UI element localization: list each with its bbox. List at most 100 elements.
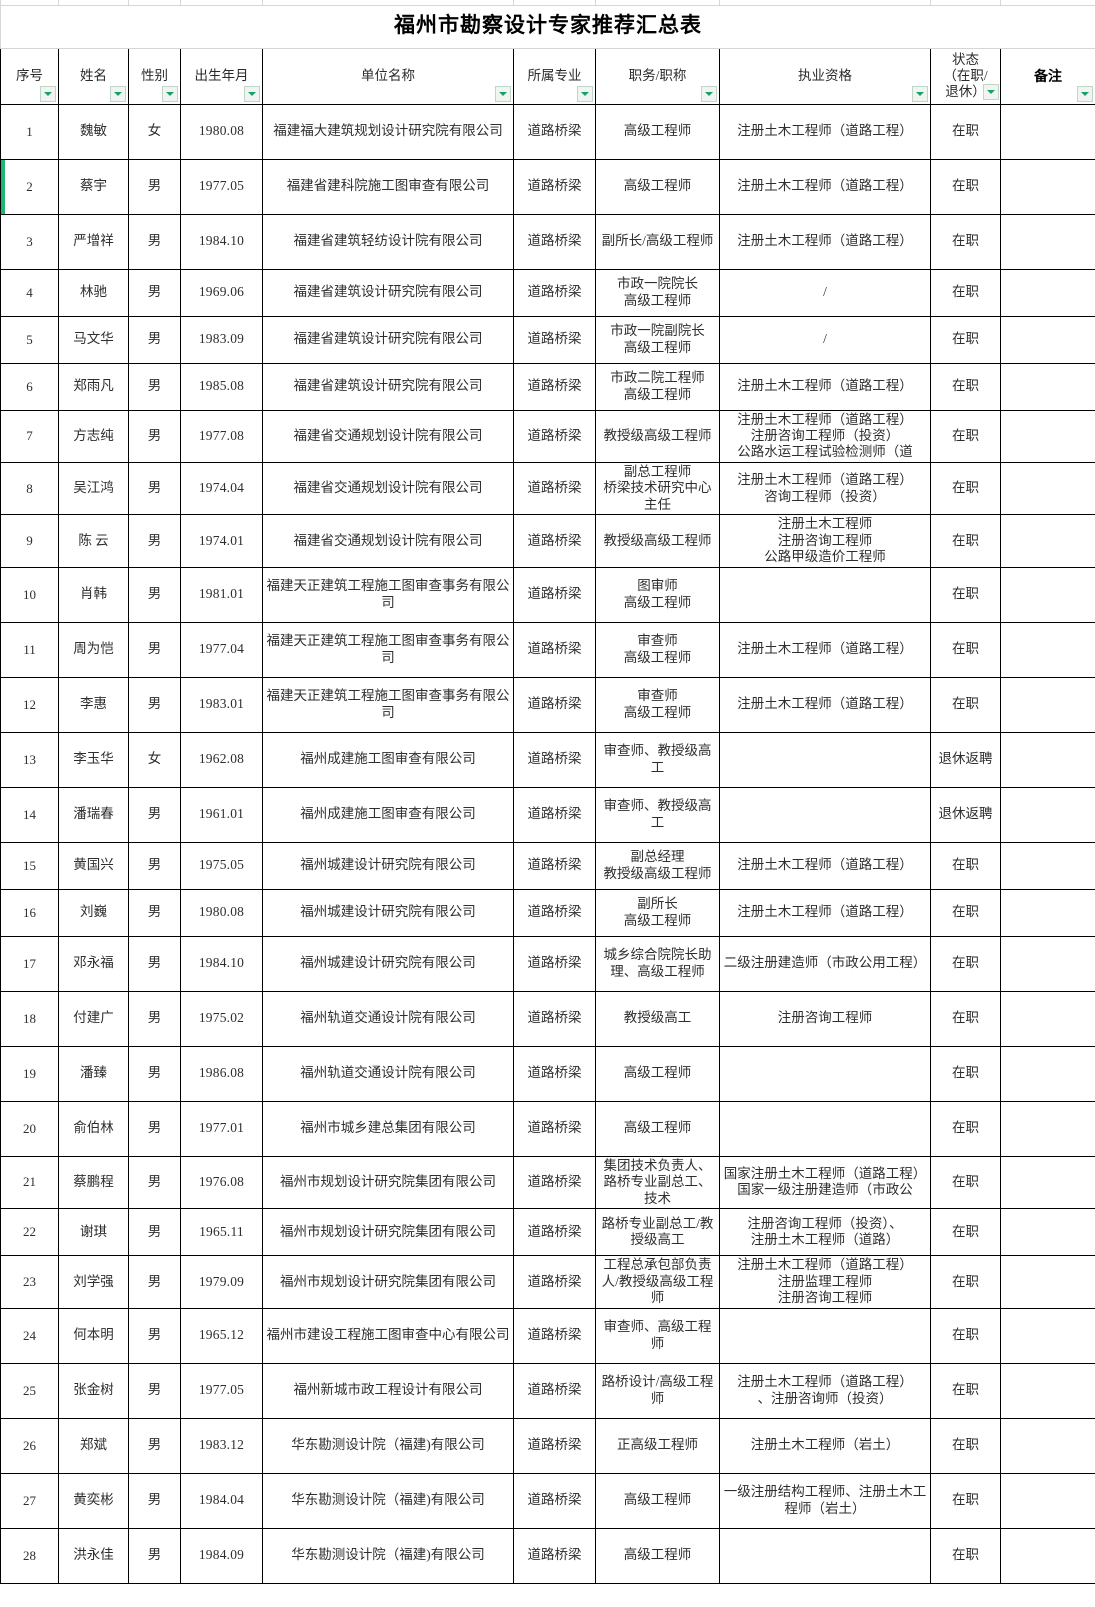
cell-idx[interactable]: 23 bbox=[0, 1255, 59, 1309]
cell-qualification[interactable]: / bbox=[719, 315, 931, 364]
cell-org[interactable]: 福建省建筑轻纺设计院有限公司 bbox=[262, 213, 514, 270]
cell-gender[interactable]: 男 bbox=[128, 1155, 181, 1210]
cell-major[interactable]: 道路桥梁 bbox=[513, 1155, 596, 1210]
cell-position[interactable]: 副总工程师 桥梁技术研究中心主任 bbox=[595, 461, 720, 516]
cell-position[interactable]: 路桥专业副总工/教授级高工 bbox=[595, 1208, 720, 1257]
table-row[interactable]: 23 刘学强 男 1979.09 福州市规划设计研究院集团有限公司 道路桥梁 工程总承包部负… bbox=[0, 1255, 1095, 1309]
cell-position[interactable]: 集团技术负责人、路桥专业副总工、技术 bbox=[595, 1155, 720, 1210]
cell-qualification[interactable]: 二级注册建造师（市政公用工程） bbox=[719, 935, 931, 992]
cell-org[interactable]: 福建省交通规划设计院有限公司 bbox=[262, 461, 514, 516]
cell-idx[interactable]: 5 bbox=[0, 315, 59, 364]
cell-dob[interactable]: 1961.01 bbox=[180, 786, 263, 843]
cell-remark[interactable] bbox=[999, 990, 1095, 1047]
cell-name[interactable]: 李惠 bbox=[58, 676, 129, 733]
cell-major[interactable]: 道路桥梁 bbox=[513, 461, 596, 516]
cell-remark[interactable] bbox=[999, 786, 1095, 843]
table-row[interactable]: 5 马文华 男 1983.09 福建省建筑设计研究院有限公司 道路桥梁 市政一院副院长 高级… bbox=[0, 315, 1095, 364]
cell-name[interactable]: 潘臻 bbox=[58, 1045, 129, 1102]
cell-gender[interactable]: 男 bbox=[128, 1045, 181, 1102]
cell-org[interactable]: 福建天正建筑工程施工图审查事务有限公司 bbox=[262, 566, 514, 623]
cell-dob[interactable]: 1977.05 bbox=[180, 158, 263, 215]
table-row[interactable]: 22 谢琪 男 1965.11 福州市规划设计研究院集团有限公司 道路桥梁 路桥专业副总工/… bbox=[0, 1208, 1095, 1257]
cell-gender[interactable]: 男 bbox=[128, 315, 181, 364]
cell-gender[interactable]: 男 bbox=[128, 1255, 181, 1309]
cell-org[interactable]: 福建省建筑设计研究院有限公司 bbox=[262, 362, 514, 411]
cell-status[interactable]: 在职 bbox=[930, 268, 1001, 317]
cell-remark[interactable] bbox=[999, 1155, 1095, 1210]
table-row[interactable]: 12 李惠 男 1983.01 福建天正建筑工程施工图审查事务有限公司 道路桥梁 审查师 高… bbox=[0, 676, 1095, 733]
cell-name[interactable]: 魏敏 bbox=[58, 103, 129, 160]
cell-status[interactable]: 在职 bbox=[930, 990, 1001, 1047]
cell-dob[interactable]: 1962.08 bbox=[180, 731, 263, 788]
cell-position[interactable]: 工程总承包部负责人/教授级高级工程师 bbox=[595, 1255, 720, 1309]
cell-qualification[interactable]: 注册土木工程师（岩土） bbox=[719, 1417, 931, 1474]
cell-org[interactable]: 福州城建设计研究院有限公司 bbox=[262, 888, 514, 937]
cell-remark[interactable] bbox=[999, 1100, 1095, 1157]
cell-name[interactable]: 潘瑞春 bbox=[58, 786, 129, 843]
table-row[interactable]: 15 黄国兴 男 1975.05 福州城建设计研究院有限公司 道路桥梁 副总经理 教授级高级… bbox=[0, 841, 1095, 890]
cell-dob[interactable]: 1980.08 bbox=[180, 888, 263, 937]
cell-remark[interactable] bbox=[999, 362, 1095, 411]
cell-position[interactable]: 城乡综合院院长助理、高级工程师 bbox=[595, 935, 720, 992]
cell-remark[interactable] bbox=[999, 409, 1095, 463]
cell-qualification[interactable]: 注册土木工程师（道路工程） 注册咨询工程师（投资） 公路水运工程试验检测师（道 bbox=[719, 409, 931, 463]
cell-remark[interactable] bbox=[999, 1307, 1095, 1364]
table-row[interactable]: 6 郑雨凡 男 1985.08 福建省建筑设计研究院有限公司 道路桥梁 市政二院工程师 高级… bbox=[0, 362, 1095, 411]
cell-org[interactable]: 福州市规划设计研究院集团有限公司 bbox=[262, 1155, 514, 1210]
cell-dob[interactable]: 1977.04 bbox=[180, 621, 263, 678]
table-row[interactable]: 4 林驰 男 1969.06 福建省建筑设计研究院有限公司 道路桥梁 市政一院院长 高级工程… bbox=[0, 268, 1095, 317]
cell-gender[interactable]: 男 bbox=[128, 786, 181, 843]
table-row[interactable]: 9 陈 云 男 1974.01 福建省交通规划设计院有限公司 道路桥梁 教授级高级工程师 注册… bbox=[0, 514, 1095, 568]
cell-status[interactable]: 在职 bbox=[930, 566, 1001, 623]
cell-dob[interactable]: 1980.08 bbox=[180, 103, 263, 160]
cell-name[interactable]: 黄奕彬 bbox=[58, 1472, 129, 1529]
cell-name[interactable]: 郑雨凡 bbox=[58, 362, 129, 411]
cell-qualification[interactable]: 注册土木工程师（道路工程） bbox=[719, 841, 931, 890]
cell-remark[interactable] bbox=[999, 1045, 1095, 1102]
cell-major[interactable]: 道路桥梁 bbox=[513, 566, 596, 623]
cell-position[interactable]: 副所长 高级工程师 bbox=[595, 888, 720, 937]
cell-gender[interactable]: 男 bbox=[128, 676, 181, 733]
filter-dropdown-gender-chevron-down-icon[interactable] bbox=[162, 85, 178, 102]
table-row[interactable]: 24 何本明 男 1965.12 福州市建设工程施工图审查中心有限公司 道路桥梁 审查师、高… bbox=[0, 1307, 1095, 1364]
cell-status[interactable]: 在职 bbox=[930, 1527, 1001, 1584]
cell-status[interactable]: 在职 bbox=[930, 1417, 1001, 1474]
cell-dob[interactable]: 1981.01 bbox=[180, 566, 263, 623]
cell-dob[interactable]: 1977.08 bbox=[180, 409, 263, 463]
cell-name[interactable]: 林驰 bbox=[58, 268, 129, 317]
cell-qualification[interactable]: / bbox=[719, 268, 931, 317]
cell-idx[interactable]: 18 bbox=[0, 990, 59, 1047]
cell-qualification[interactable]: 注册土木工程师 注册咨询工程师 公路甲级造价工程师 bbox=[719, 514, 931, 568]
cell-status[interactable]: 在职 bbox=[930, 935, 1001, 992]
cell-dob[interactable]: 1965.11 bbox=[180, 1208, 263, 1257]
cell-dob[interactable]: 1984.04 bbox=[180, 1472, 263, 1529]
filter-dropdown-qualification-chevron-down-icon[interactable] bbox=[912, 85, 928, 102]
table-row[interactable]: 18 付建广 男 1975.02 福州轨道交通设计院有限公司 道路桥梁 教授级高工 注册咨询工… bbox=[0, 990, 1095, 1047]
cell-name[interactable]: 蔡宇 bbox=[58, 158, 129, 215]
filter-dropdown-dob-chevron-down-icon[interactable] bbox=[244, 85, 260, 102]
cell-remark[interactable] bbox=[999, 935, 1095, 992]
cell-qualification[interactable] bbox=[719, 566, 931, 623]
cell-gender[interactable]: 男 bbox=[128, 409, 181, 463]
cell-idx[interactable]: 7 bbox=[0, 409, 59, 463]
cell-idx[interactable]: 28 bbox=[0, 1527, 59, 1584]
table-row[interactable]: 13 李玉华 女 1962.08 福州成建施工图审查有限公司 道路桥梁 审查师、教授级高工 退… bbox=[0, 731, 1095, 788]
cell-status[interactable]: 在职 bbox=[930, 1362, 1001, 1419]
cell-qualification[interactable]: 注册土木工程师（道路工程） bbox=[719, 103, 931, 160]
cell-org[interactable]: 福州城建设计研究院有限公司 bbox=[262, 841, 514, 890]
cell-gender[interactable]: 男 bbox=[128, 990, 181, 1047]
cell-major[interactable]: 道路桥梁 bbox=[513, 1362, 596, 1419]
cell-major[interactable]: 道路桥梁 bbox=[513, 315, 596, 364]
cell-dob[interactable]: 1977.01 bbox=[180, 1100, 263, 1157]
cell-status[interactable]: 在职 bbox=[930, 1100, 1001, 1157]
cell-remark[interactable] bbox=[999, 1417, 1095, 1474]
cell-status[interactable]: 在职 bbox=[930, 888, 1001, 937]
table-row[interactable]: 20 俞伯林 男 1977.01 福州市城乡建总集团有限公司 道路桥梁 高级工程师 在职 bbox=[0, 1100, 1095, 1157]
cell-status[interactable]: 在职 bbox=[930, 621, 1001, 678]
cell-status[interactable]: 在职 bbox=[930, 676, 1001, 733]
cell-idx[interactable]: 13 bbox=[0, 731, 59, 788]
cell-status[interactable]: 在职 bbox=[930, 1208, 1001, 1257]
table-row[interactable]: 16 刘巍 男 1980.08 福州城建设计研究院有限公司 道路桥梁 副所长 高级工程师 注册… bbox=[0, 888, 1095, 937]
cell-gender[interactable]: 女 bbox=[128, 731, 181, 788]
cell-dob[interactable]: 1974.01 bbox=[180, 514, 263, 568]
